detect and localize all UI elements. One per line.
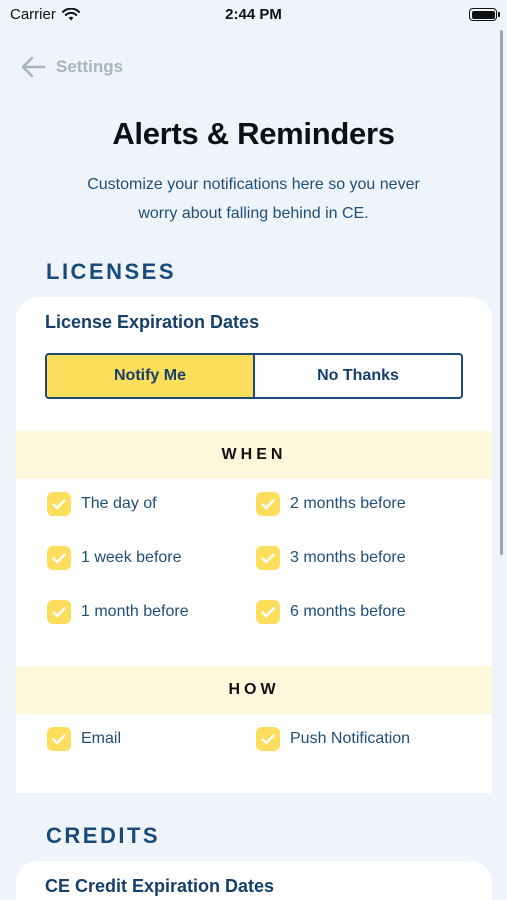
arrow-left-icon [21, 56, 46, 78]
page-subtitle: Customize your notifications here so you… [60, 170, 447, 228]
checkmark-icon [52, 552, 66, 563]
clock: 2:44 PM [225, 6, 282, 23]
option-label: 3 months before [290, 549, 406, 566]
option-email[interactable]: Email [47, 727, 121, 751]
subtitle-line: worry about falling behind in CE. [138, 205, 369, 222]
status-bar: Carrier 2:44 PM [0, 0, 507, 30]
option-label: Email [81, 730, 122, 747]
notify-me-segment[interactable]: Notify Me [47, 355, 255, 397]
battery-icon [469, 8, 500, 21]
checkbox[interactable] [256, 600, 280, 624]
checkbox[interactable] [256, 492, 280, 516]
how-header: HOW [16, 666, 492, 714]
card-title: License Expiration Dates [45, 312, 260, 332]
checkmark-icon [261, 498, 275, 509]
no-thanks-segment[interactable]: No Thanks [255, 355, 461, 397]
option-label: 6 months before [290, 603, 406, 620]
notify-segmented-control[interactable]: Notify Me No Thanks [45, 353, 463, 399]
checkbox[interactable] [47, 600, 71, 624]
back-button[interactable]: Settings [20, 55, 123, 79]
option-1-week-before[interactable]: 1 week before [47, 546, 182, 570]
checkmark-icon [261, 733, 275, 744]
license-card: License Expiration Dates Notify Me No Th… [16, 297, 492, 793]
card-title: CE Credit Expiration Dates [45, 876, 275, 896]
credit-card: CE Credit Expiration Dates [16, 861, 492, 900]
page-title: Alerts & Reminders [112, 116, 395, 151]
back-button-label: Settings [56, 57, 124, 76]
option-label: Push Notification [290, 730, 411, 747]
checkbox[interactable] [256, 546, 280, 570]
option-label: 1 week before [81, 549, 182, 566]
option-label: 1 month before [81, 603, 189, 620]
option-label: 2 months before [290, 495, 406, 512]
checkmark-icon [52, 606, 66, 617]
option-3-months-before[interactable]: 3 months before [256, 546, 406, 570]
subtitle-line: Customize your notifications here so you… [87, 176, 420, 193]
option-label: The day of [81, 495, 157, 512]
checkbox[interactable] [47, 546, 71, 570]
checkmark-icon [261, 552, 275, 563]
option-6-months-before[interactable]: 6 months before [256, 600, 406, 624]
checkbox[interactable] [256, 727, 280, 751]
checkmark-icon [261, 606, 275, 617]
section-heading-licenses: LICENSES [46, 259, 177, 284]
option-1-month-before[interactable]: 1 month before [47, 600, 189, 624]
option-the-day-of[interactable]: The day of [47, 492, 157, 516]
checkbox[interactable] [47, 492, 71, 516]
option-push-notification[interactable]: Push Notification [256, 727, 410, 751]
section-heading-credits: CREDITS [46, 823, 161, 848]
checkmark-icon [52, 733, 66, 744]
when-header: WHEN [16, 431, 492, 479]
scroll-indicator[interactable] [500, 30, 503, 555]
checkmark-icon [52, 498, 66, 509]
checkbox[interactable] [47, 727, 71, 751]
option-2-months-before[interactable]: 2 months before [256, 492, 406, 516]
